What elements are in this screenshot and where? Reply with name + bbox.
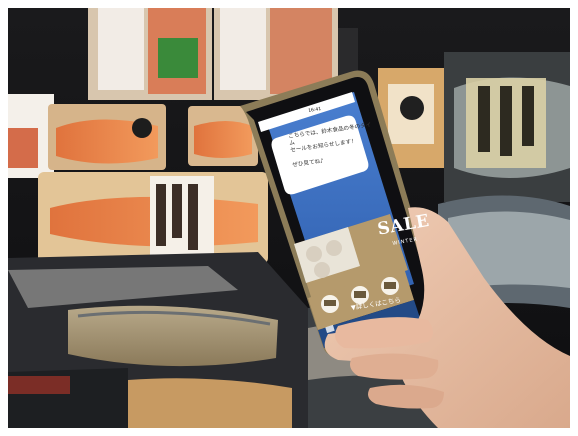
frame: 16:41 こちらでは、鈴木食品の冬のタイム セールをお知らせします！ ぜひ見て…: [0, 0, 578, 436]
left-label-package: [8, 94, 54, 178]
photo-scene: [8, 8, 570, 428]
salmon-packages: [38, 104, 268, 264]
photo: 16:41 こちらでは、鈴木食品の冬のタイム セールをお知らせします！ ぜひ見て…: [8, 8, 570, 428]
